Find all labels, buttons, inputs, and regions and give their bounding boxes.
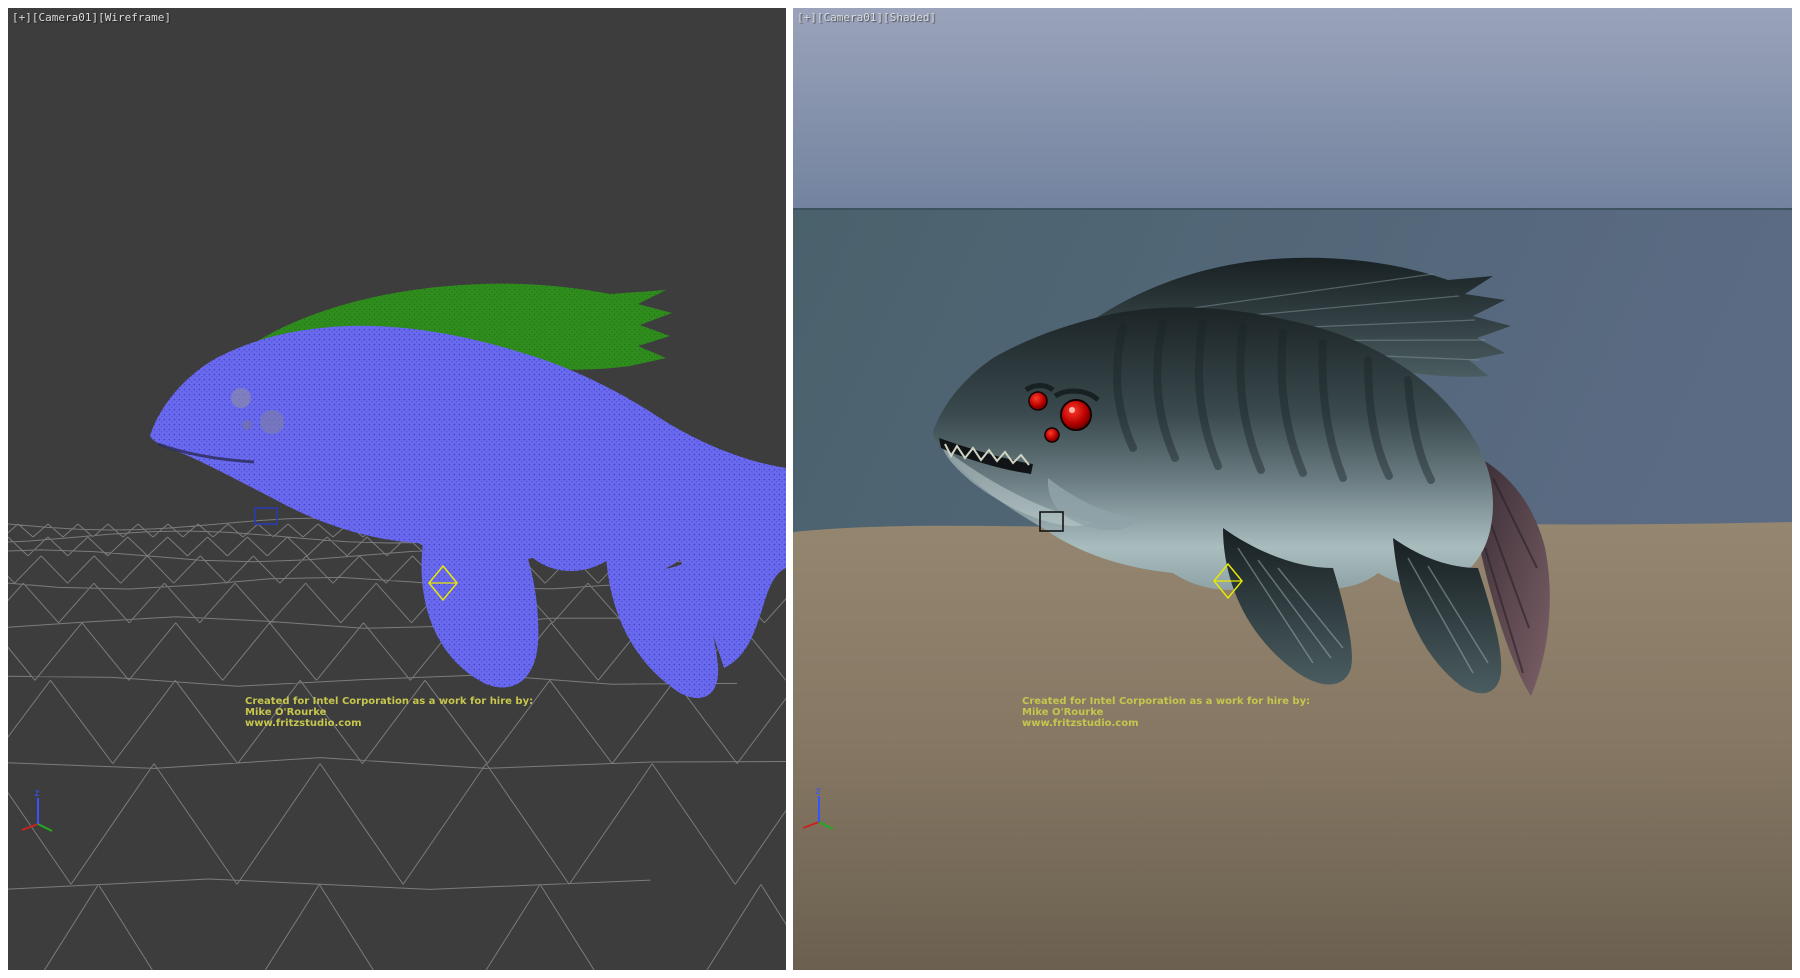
world-axis-tripod: z	[799, 784, 841, 832]
viewport-pov-menu[interactable]: [Camera01]	[817, 11, 883, 24]
eye-large	[1061, 400, 1091, 430]
credit-text: Created for Intel Corporation as a work …	[1022, 696, 1310, 729]
credit-text: Created for Intel Corporation as a work …	[245, 696, 533, 729]
viewport-shaded[interactable]: [+][Camera01][Shaded]	[793, 8, 1792, 970]
dual-viewport-stage: [+][Camera01][Wireframe]	[0, 0, 1800, 978]
eye-small-upper	[1029, 392, 1047, 410]
x-axis	[22, 824, 38, 830]
viewport-shading-menu[interactable]: [Shaded]	[883, 11, 936, 24]
credit-line: www.fritzstudio.com	[1022, 718, 1310, 729]
viewport-label: [+][Camera01][Wireframe]	[12, 11, 171, 24]
viewport-wireframe[interactable]: [+][Camera01][Wireframe]	[8, 8, 786, 970]
credit-line: Created for Intel Corporation as a work …	[1022, 696, 1310, 707]
viewport-shading-menu[interactable]: [Wireframe]	[98, 11, 171, 24]
eye-spot	[231, 388, 251, 408]
eye-spot	[260, 410, 284, 434]
sky	[793, 8, 1792, 208]
credit-line: www.fritzstudio.com	[245, 718, 533, 729]
viewport-general-menu[interactable]: [+]	[797, 11, 817, 24]
y-axis	[819, 822, 833, 829]
fish-model-wireframe[interactable]	[8, 8, 786, 970]
world-axis-tripod: z	[18, 786, 60, 834]
helper-box[interactable]	[255, 508, 277, 524]
horizon-line	[793, 208, 1792, 210]
viewport-label: [+][Camera01][Shaded]	[797, 11, 936, 24]
eye-highlight	[1069, 407, 1075, 413]
y-axis	[38, 824, 52, 831]
eye-small-lower	[1045, 428, 1059, 442]
pelvic-fin-wireframe[interactable]	[422, 543, 539, 688]
viewport-general-menu[interactable]: [+]	[12, 11, 32, 24]
eye-spot	[242, 420, 252, 430]
x-axis	[803, 822, 819, 828]
credit-line: Mike O'Rourke	[1022, 707, 1310, 718]
credit-line: Mike O'Rourke	[245, 707, 533, 718]
z-axis-label: z	[34, 788, 40, 799]
z-axis-label: z	[815, 786, 821, 797]
credit-line: Created for Intel Corporation as a work …	[245, 696, 533, 707]
viewport-pov-menu[interactable]: [Camera01]	[32, 11, 98, 24]
shaded-scene	[793, 8, 1792, 970]
